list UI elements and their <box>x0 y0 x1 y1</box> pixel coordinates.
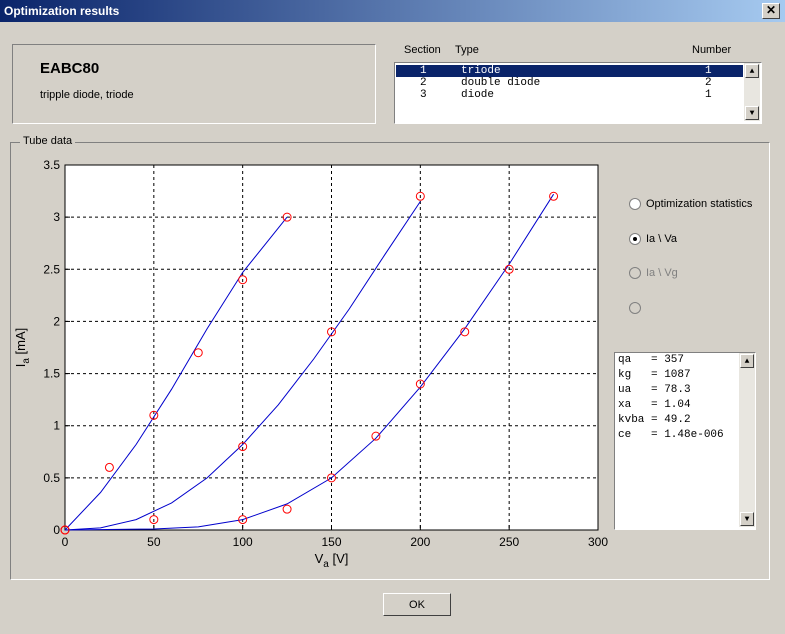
tube-description: tripple diode, triode <box>40 89 134 101</box>
y-tick-label: 1.5 <box>43 367 60 381</box>
section-list-scrollbar[interactable]: ▲ ▼ <box>744 63 760 121</box>
x-tick-label: 50 <box>147 535 161 549</box>
scroll-up-icon[interactable]: ▲ <box>740 354 754 368</box>
radio-indicator <box>629 267 641 280</box>
x-tick-label: 100 <box>233 535 253 549</box>
y-axis-label: Ia [mA] <box>13 328 32 368</box>
radio-ia-vg[interactable]: Ia \ Vg <box>629 267 678 280</box>
section-cell: 3 <box>420 89 427 101</box>
radio-label: Optimization statistics <box>646 198 753 210</box>
x-tick-label: 300 <box>588 535 608 549</box>
x-tick-label: 0 <box>62 535 69 549</box>
scroll-down-icon[interactable]: ▼ <box>740 512 754 526</box>
radio-label: Ia \ Vg <box>646 267 678 279</box>
number-column-header: Number <box>692 44 732 56</box>
stat-line: kg = 1087 <box>618 369 691 381</box>
scroll-up-icon[interactable]: ▲ <box>745 64 759 78</box>
type-cell: double diode <box>461 77 541 89</box>
x-tick-label: 250 <box>499 535 519 549</box>
stat-line: ua = 78.3 <box>618 384 691 396</box>
number-cell: 2 <box>705 77 712 89</box>
y-tick-label: 0 <box>53 523 60 537</box>
section-cell: 1 <box>420 65 427 77</box>
type-cell: triode <box>461 65 501 77</box>
ia-va-chart: 0 50 100 150 200 250 300 0 0.5 1 1.5 2 2.5 3 3.5 Va [V]… <box>13 158 608 570</box>
y-tick-label: 3 <box>53 210 60 224</box>
type-column-header: Type <box>455 44 479 56</box>
y-tick-label: 1 <box>53 419 60 433</box>
y-tick-label: 3.5 <box>43 158 60 172</box>
list-item[interactable]: 3 diode 1 <box>396 89 743 101</box>
y-tick-label: 2 <box>53 314 60 328</box>
section-list[interactable]: 1 triode 1 2 double diode 2 3 diode 1 ▲ … <box>394 62 762 124</box>
stats-textbox[interactable]: qa = 357 kg = 1087 ua = 78.3 xa = 1.04 k… <box>614 352 756 530</box>
window-title: Optimization results <box>4 4 120 18</box>
stat-line: qa = 357 <box>618 354 685 366</box>
ok-button[interactable]: OK <box>383 593 451 616</box>
scroll-down-icon[interactable]: ▼ <box>745 106 759 120</box>
tube-name: EABC80 <box>40 60 100 77</box>
radio-optimization-statistics[interactable]: Optimization statistics <box>629 198 753 211</box>
stat-line: xa = 1.04 <box>618 399 691 411</box>
stat-line: kvba = 49.2 <box>618 414 691 426</box>
number-cell: 1 <box>705 89 712 101</box>
stats-scrollbar[interactable]: ▲ ▼ <box>739 353 755 527</box>
radio-label: Ia \ Va <box>646 233 677 245</box>
radio-indicator <box>629 198 641 211</box>
radio-empty[interactable] <box>629 302 646 315</box>
tube-info-panel <box>12 44 376 124</box>
radio-ia-va[interactable]: Ia \ Va <box>629 233 677 246</box>
type-cell: diode <box>461 89 495 101</box>
x-tick-label: 150 <box>321 535 341 549</box>
y-tick-label: 2.5 <box>43 262 60 276</box>
x-tick-label: 200 <box>410 535 430 549</box>
list-item[interactable]: 2 double diode 2 <box>396 77 743 89</box>
radio-indicator <box>629 302 641 315</box>
stat-line: ce = 1.48e-006 <box>618 429 724 441</box>
close-button[interactable]: ✕ <box>762 3 780 19</box>
number-cell: 1 <box>705 65 712 77</box>
section-column-header: Section <box>404 44 441 56</box>
section-cell: 2 <box>420 77 427 89</box>
x-axis-label: Va [V] <box>315 551 349 570</box>
list-item[interactable]: 1 triode 1 <box>396 65 743 77</box>
y-tick-label: 0.5 <box>43 471 60 485</box>
radio-indicator <box>629 233 641 246</box>
